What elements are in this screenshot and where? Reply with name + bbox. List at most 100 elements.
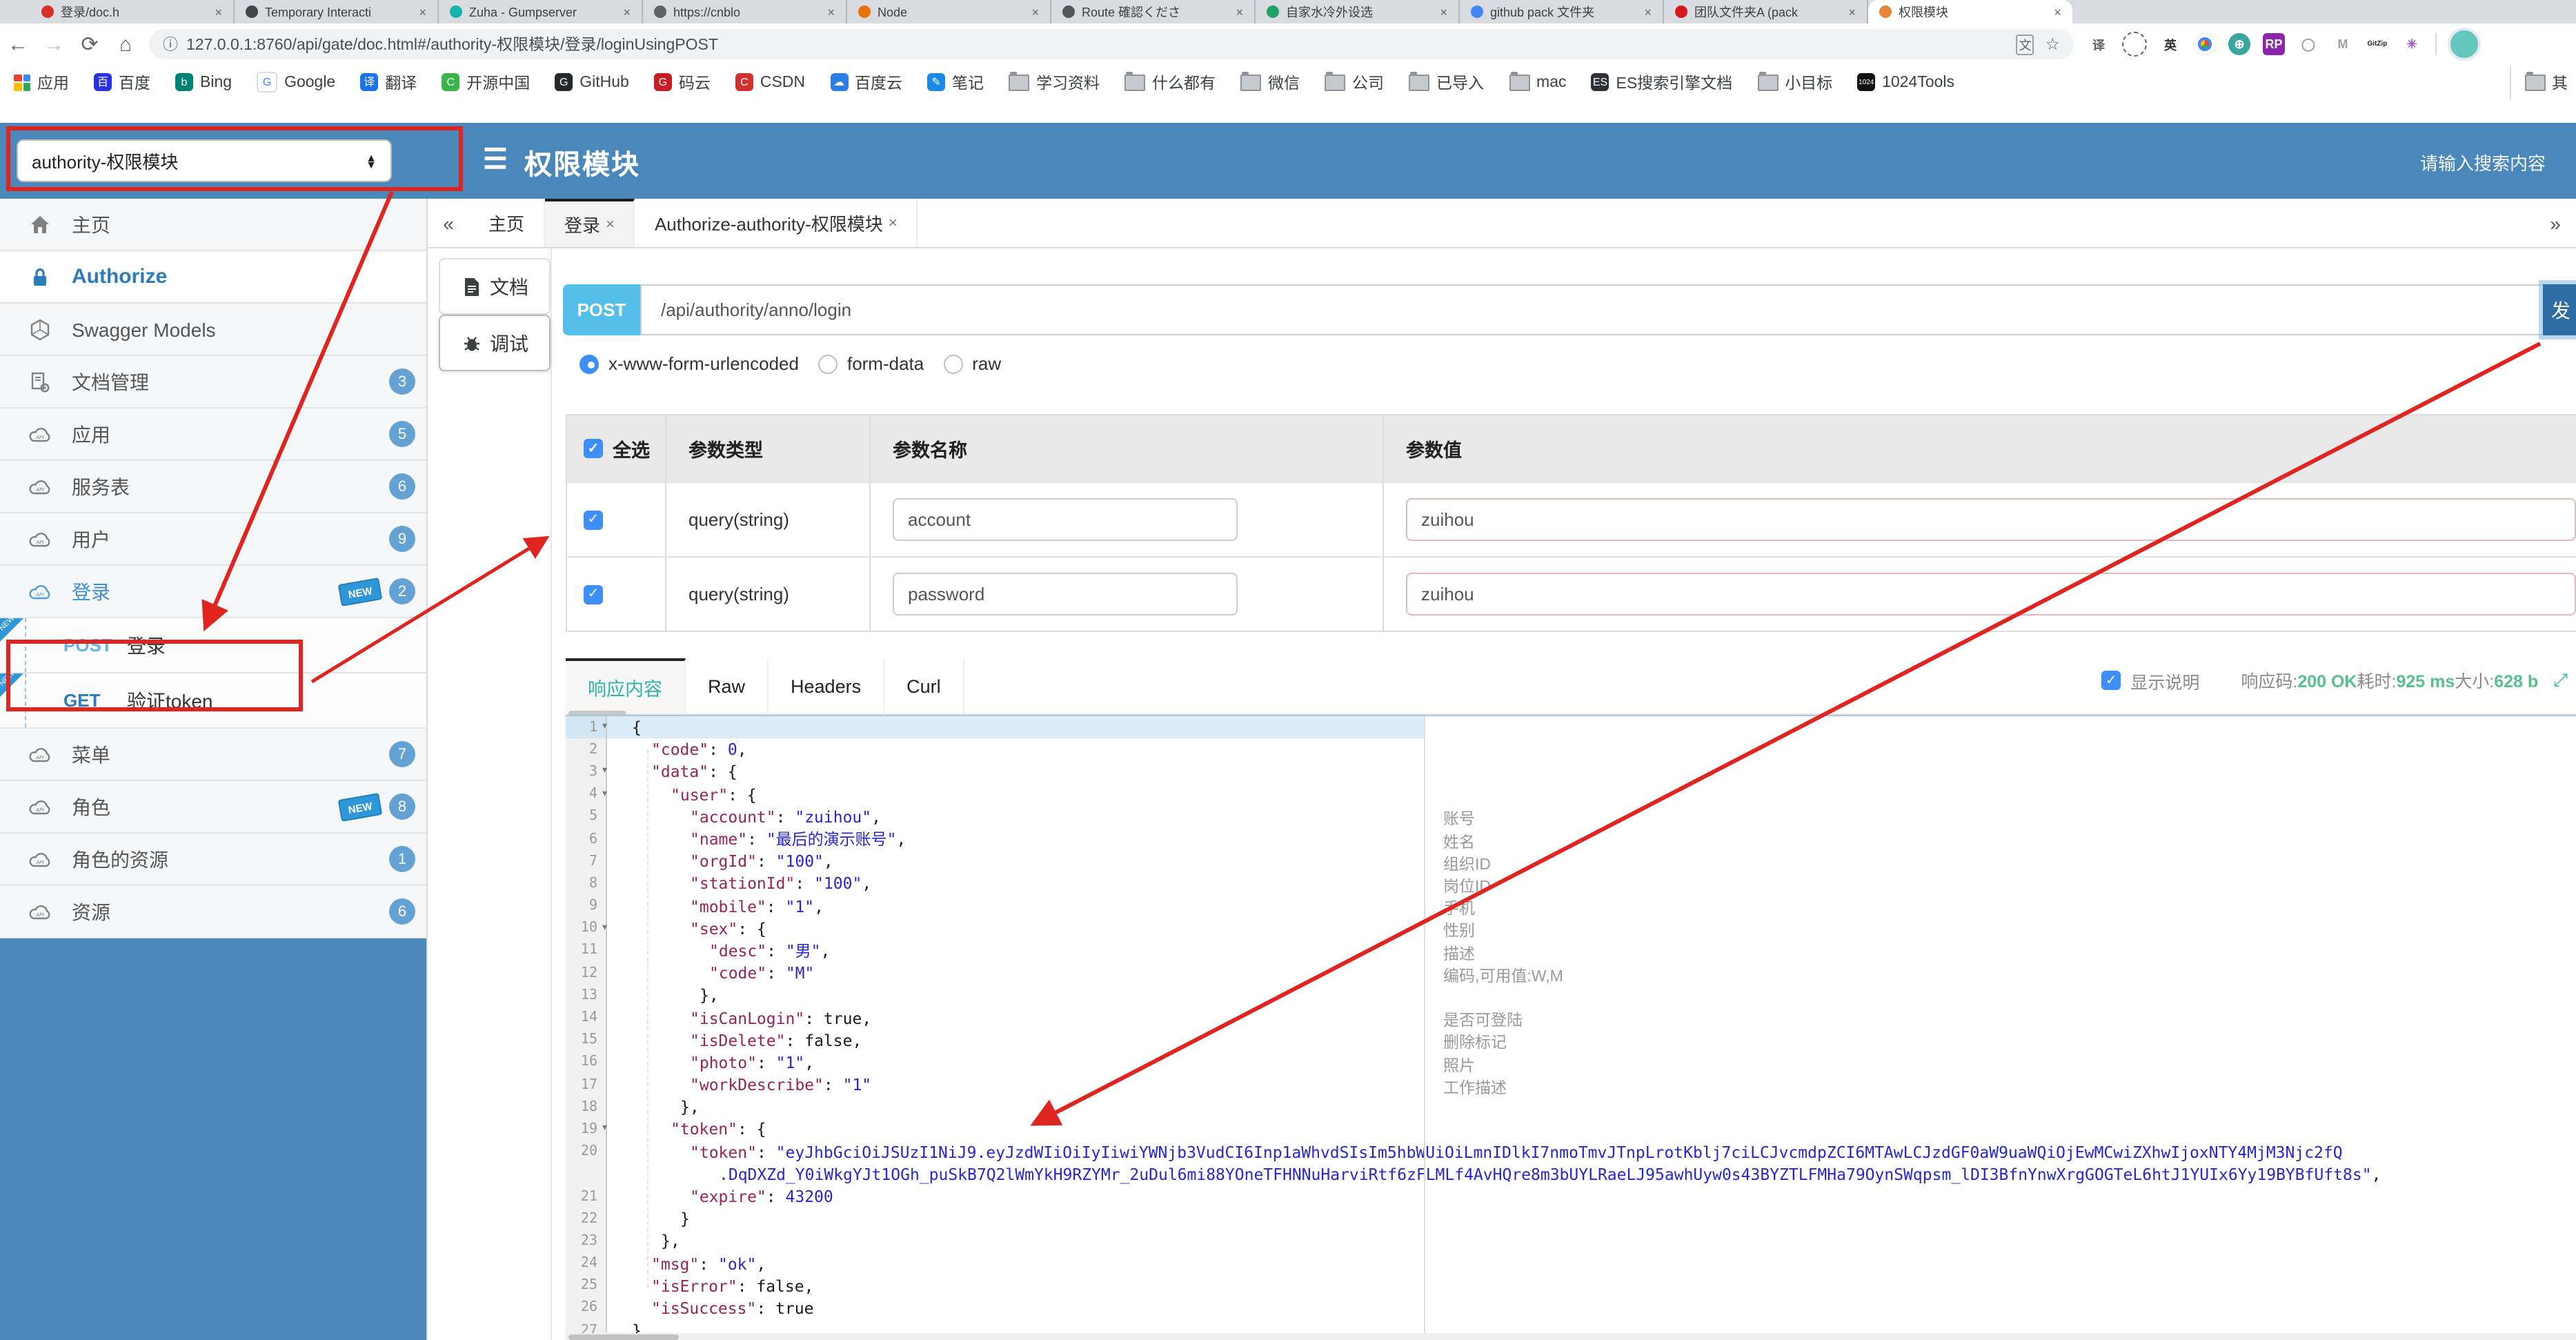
tab-close-icon[interactable]: × (419, 5, 426, 19)
bookmark-item[interactable]: 译翻译 (360, 71, 417, 93)
bookmark-folder[interactable]: 已导入 (1409, 71, 1484, 93)
en-dict-icon[interactable]: 英 (2159, 33, 2181, 55)
rp-icon[interactable]: RP (2263, 33, 2285, 55)
tab-close-icon[interactable]: × (1848, 5, 1856, 19)
globe-icon[interactable]: ⊕ (2228, 33, 2250, 55)
bookmarks-overflow[interactable]: 其 (2509, 65, 2568, 99)
menu-toggle-icon[interactable]: ☰ (483, 142, 508, 177)
translate-icon[interactable]: 文 (2016, 34, 2034, 55)
bookmark-folder[interactable]: 什么都有 (1124, 71, 1216, 93)
browser-tab[interactable]: https://cnblo × (643, 0, 847, 23)
row-checkbox[interactable]: ✓ (584, 510, 603, 529)
browser-tab[interactable]: 权限模块 × (1868, 0, 2072, 23)
translate-ext-icon[interactable]: 译 (2088, 33, 2110, 55)
bookmark-item[interactable]: ✎ 笔记 (927, 71, 984, 93)
sidebar-item-角色的资源[interactable]: API 角色的资源 1 (0, 834, 426, 886)
asterisk-icon[interactable]: ✳ (2401, 33, 2423, 55)
content-type-radio-raw[interactable]: raw (943, 353, 1001, 374)
content-type-radio-x-www-form-urlencoded[interactable]: x-www-form-urlencoded (579, 353, 799, 374)
page-info-icon[interactable]: ⓘ (163, 33, 178, 55)
bookmark-item[interactable]: 1024 1024Tools (1857, 73, 1954, 91)
param-name-input[interactable]: password (893, 573, 1238, 615)
sidebar-item-get-验证token[interactable]: NEW GET 验证token (0, 670, 426, 729)
browser-tab[interactable]: Node × (847, 0, 1051, 23)
tab-close-icon[interactable]: × (1031, 5, 1039, 19)
editor-hscrollbar-thumb[interactable] (568, 1334, 679, 1339)
tabs-scroll-left-icon[interactable]: « (428, 199, 469, 247)
gitzip-icon[interactable]: GitZip (2366, 33, 2388, 55)
response-tab-响应内容[interactable]: 响应内容 (566, 658, 686, 713)
bookmark-folder[interactable]: 小目标 (1757, 71, 1832, 93)
tab-close-icon[interactable]: × (889, 215, 898, 231)
response-body-editor[interactable]: 1 ▾ {2 "code": 0, 3 ▾ "data": {4 ▾ "user": {5 "ac… (566, 715, 2576, 1340)
content-tab-登录[interactable]: 登录 × (545, 199, 635, 247)
ring-icon[interactable]: ◯ (2297, 33, 2319, 55)
bookmark-folder[interactable]: 学习资料 (1009, 71, 1100, 93)
content-type-radio-form-data[interactable]: form-data (818, 353, 924, 374)
home-icon[interactable]: ⌂ (108, 32, 143, 56)
row-checkbox[interactable]: ✓ (584, 584, 603, 604)
tab-close-icon[interactable]: × (1644, 5, 1652, 19)
tab-close-icon[interactable]: × (827, 5, 835, 19)
browser-tab[interactable]: Route 確認くださ × (1051, 0, 1256, 23)
sidebar-item-角色[interactable]: API 角色 NEW 8 (0, 781, 426, 834)
tabs-scroll-right-icon[interactable]: » (2535, 199, 2576, 247)
tab-close-icon[interactable]: × (1440, 5, 1447, 19)
profile-avatar[interactable] (2448, 28, 2481, 61)
editor-hscrollbar[interactable] (566, 1333, 2576, 1340)
url-bar[interactable]: ⓘ 127.0.0.1:8760/api/gate/doc.html#/auth… (149, 29, 2074, 59)
response-tab-Headers[interactable]: Headers (769, 658, 885, 713)
bookmark-item[interactable]: G Google (257, 72, 335, 92)
sidebar-item-post-登录[interactable]: NEW POST 登录 (0, 615, 426, 673)
bookmark-folder[interactable]: mac (1509, 71, 1567, 90)
back-icon[interactable]: ← (0, 32, 36, 56)
bookmark-star-icon[interactable]: ☆ (2045, 35, 2060, 54)
browser-tab[interactable]: Zuha - Gumpserver × (439, 0, 643, 23)
service-select[interactable]: authority-权限模块 ▲ ▼ (17, 139, 392, 182)
url-text[interactable]: 127.0.0.1:8760/api/gate/doc.html#/author… (186, 33, 2005, 55)
bookmark-item[interactable]: G GitHub (555, 73, 629, 91)
fold-caret-icon[interactable]: ▾ (602, 1123, 607, 1134)
request-url-field[interactable]: /api/authority/anno/login (640, 284, 2553, 335)
sidebar-item-登录[interactable]: API 登录 NEW 2 (0, 566, 426, 618)
panel-tab-文档[interactable]: 文档 (439, 258, 551, 315)
bookmark-item[interactable]: C 开源中国 (442, 71, 530, 93)
send-button[interactable]: 发 (2543, 284, 2576, 335)
header-search-input[interactable]: 请输入搜索内容 (2420, 149, 2546, 175)
tab-close-icon[interactable]: × (606, 216, 615, 233)
fullscreen-icon[interactable]: ⤢ (2553, 669, 2568, 691)
select-all-checkbox[interactable]: ✓ (584, 439, 603, 458)
content-tab-Authorize-authority-权限模块[interactable]: Authorize-authority-权限模块 × (635, 199, 918, 247)
response-tab-Curl[interactable]: Curl (884, 658, 964, 713)
panel-tab-调试[interactable]: 调试 (439, 315, 551, 371)
chrome-icon[interactable] (2194, 33, 2216, 55)
param-name-input[interactable]: account (893, 498, 1238, 541)
sidebar-item-应用[interactable]: API 应用 5 (0, 408, 426, 461)
sidebar-item-文档管理[interactable]: 文档管理 3 (0, 356, 426, 408)
forward-icon[interactable]: → (36, 32, 72, 56)
bookmark-item[interactable]: ES ES搜索引擎文档 (1591, 71, 1732, 93)
reload-icon[interactable]: ⟳ (72, 32, 108, 57)
fold-caret-icon[interactable]: ▾ (602, 921, 607, 932)
browser-tab[interactable]: Temporary Interacti × (235, 0, 439, 23)
browser-tab[interactable]: github pack 文件夹 × (1460, 0, 1664, 23)
sidebar-item-资源[interactable]: API 资源 6 (0, 886, 426, 938)
tab-close-icon[interactable]: × (215, 5, 222, 19)
m-shield-icon[interactable]: M (2332, 33, 2354, 55)
param-value-input[interactable]: zuihou (1406, 573, 2576, 615)
response-tab-Raw[interactable]: Raw (686, 658, 769, 713)
sidebar-item-Authorize[interactable]: Authorize (0, 251, 426, 304)
bookmark-folder[interactable]: 公司 (1325, 71, 1384, 93)
sidebar-item-Swagger Models[interactable]: Swagger Models (0, 304, 426, 356)
tab-close-icon[interactable]: × (623, 5, 631, 19)
bookmark-folder[interactable]: 微信 (1240, 71, 1300, 93)
fold-caret-icon[interactable]: ▾ (602, 720, 607, 731)
tab-close-icon[interactable]: × (2054, 5, 2061, 19)
fold-caret-icon[interactable]: ▾ (602, 787, 607, 798)
browser-tab[interactable]: 自家水冷外设选 × (1256, 0, 1460, 23)
bookmark-item[interactable]: 百百度 (94, 71, 150, 93)
sidebar-item-主页[interactable]: 主页 (0, 199, 426, 251)
param-value-input[interactable]: zuihou (1406, 498, 2576, 541)
fold-caret-icon[interactable]: ▾ (602, 765, 607, 776)
sidebar-item-菜单[interactable]: API 菜单 7 (0, 729, 426, 781)
